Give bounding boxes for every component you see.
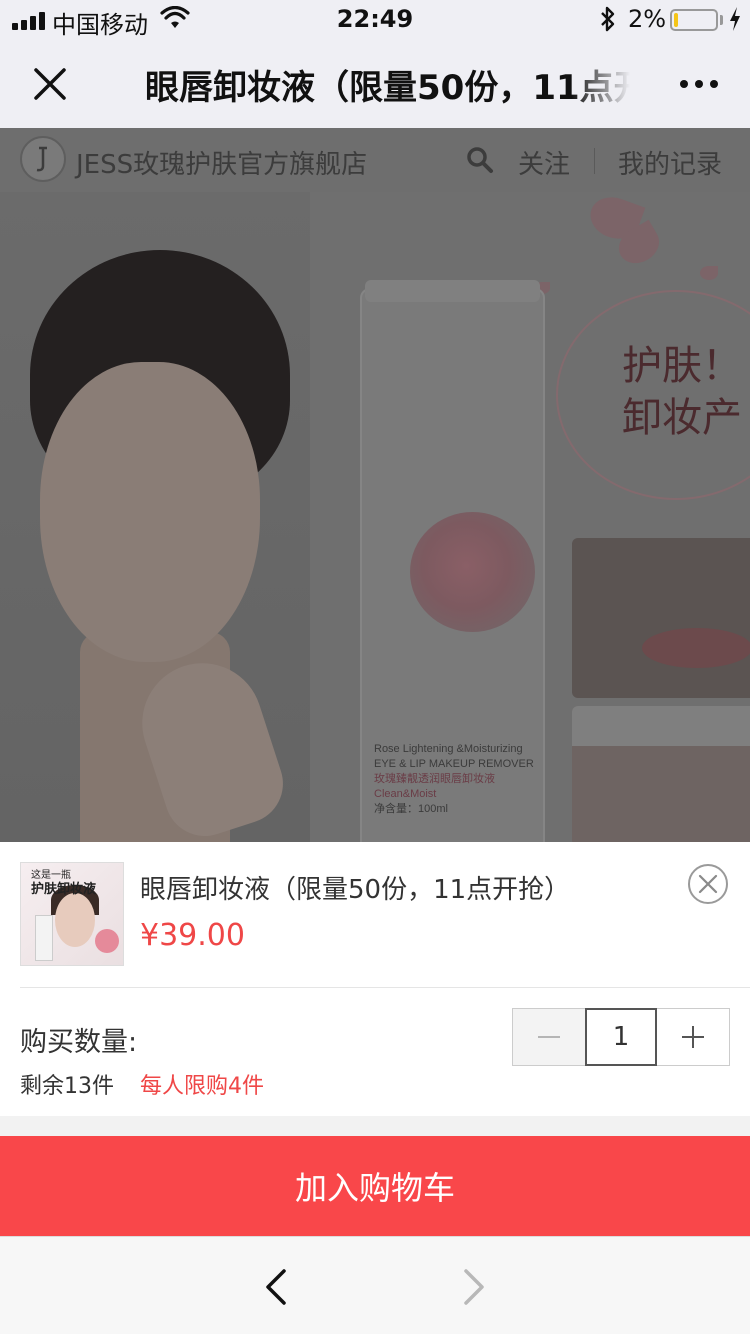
nav-bar: 眼唇卸妆液（限量50份，11点开抢） [0,40,750,128]
divider [594,148,595,174]
battery-cap [720,15,723,25]
thumbnail-caption: 这是一瓶 护肤卸妆液 [31,869,96,897]
quantity-stepper: 1 [512,1008,730,1066]
bottle-label: Rose Lightening &Moisturizing EYE & LIP … [374,742,534,817]
page-title: 眼唇卸妆液（限量50份，11点开抢） [145,68,630,108]
bottle-label-line: Rose Lightening &Moisturizing [374,743,523,755]
store-header: JESS玫瑰护肤官方旗舰店 关注 我的记录 [0,128,750,192]
bottle-label-line: 净含量：100ml [374,803,448,815]
product-hero-image: Rose Lightening &Moisturizing EYE & LIP … [0,192,750,842]
decrease-button[interactable] [513,1009,585,1065]
my-records-button[interactable]: 我的记录 [618,144,722,181]
bottle-label-line: EYE & LIP MAKEUP REMOVER [374,758,534,770]
chevron-left-icon [266,1269,286,1305]
bubble-line: 卸妆产 [622,395,742,441]
thumbnail-caption-line: 护肤卸妆液 [31,882,97,897]
detail-photo-face [572,706,750,842]
close-icon[interactable] [28,62,72,106]
model-face [40,362,260,662]
increase-button[interactable] [657,1009,729,1065]
bubble-line: 护肤！ [622,343,742,389]
close-icon [698,874,718,894]
thumbnail-caption-line: 这是一瓶 [31,870,71,881]
browser-toolbar [0,1236,750,1334]
quantity-label: 购买数量: [20,1027,138,1058]
close-sheet-button[interactable] [688,864,728,904]
status-bar: 中国移动 22:49 2% [0,0,750,40]
bottle-label-line: 玫瑰臻靓透润眼唇卸妆液 [374,773,495,785]
battery-percent: 2% [628,5,667,33]
product-price: ¥39.00 [140,918,245,953]
speech-bubble-text: 护肤！ 卸妆产 [622,340,742,444]
store-logo [20,136,66,182]
charging-icon [728,6,742,38]
store-name[interactable]: JESS玫瑰护肤官方旗舰店 [76,144,367,181]
back-button[interactable] [258,1267,294,1307]
detail-photo-lips [572,538,750,698]
more-icon[interactable] [680,80,718,88]
stock-remaining: 剩余13件 [20,1074,114,1099]
petal-decoration [700,266,718,280]
product-thumbnail: 这是一瓶 护肤卸妆液 [20,862,124,966]
add-to-cart-button[interactable]: 加入购物车 [0,1136,750,1236]
model-photo [0,192,310,842]
forward-button[interactable] [456,1267,492,1307]
bluetooth-icon [598,6,618,38]
purchase-sheet: 这是一瓶 护肤卸妆液 眼唇卸妆液（限量50份，11点开抢） ¥39.00 购买数… [0,842,750,1116]
battery-icon [670,9,718,31]
bottle-cap [365,280,540,302]
spacer [0,1116,750,1136]
purchase-limit: 每人限购4件 [140,1074,264,1099]
divider [20,987,750,988]
minus-icon [538,1036,560,1038]
rose-graphic [410,512,535,632]
product-name: 眼唇卸妆液（限量50份，11点开抢） [140,875,571,905]
plus-icon [682,1026,704,1048]
chevron-right-icon [464,1269,484,1305]
follow-button[interactable]: 关注 [518,144,570,181]
bottle-label-line: Clean&Moist [374,788,437,800]
search-icon[interactable] [466,146,494,181]
quantity-input[interactable]: 1 [585,1008,657,1066]
